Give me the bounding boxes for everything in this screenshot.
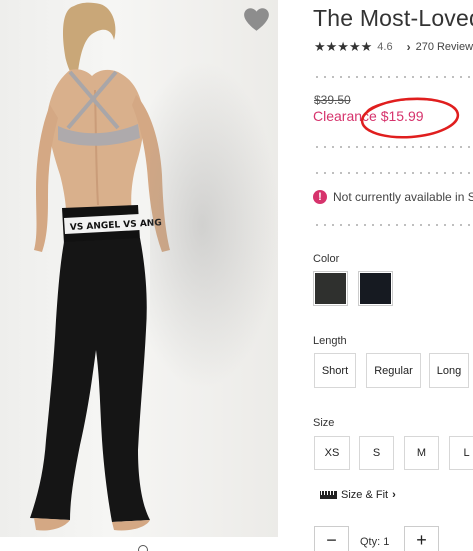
- product-image: VS ANGEL VS ANG: [0, 0, 278, 537]
- rating-row: ★★★★★ 4.6 › 270 Reviews: [314, 39, 473, 55]
- availability-text: Not currently available in Store: [333, 190, 473, 204]
- wall-shadow: [150, 60, 278, 390]
- favorite-heart-icon[interactable]: [243, 7, 270, 32]
- size-fit-link[interactable]: Size & Fit ›: [320, 489, 396, 501]
- divider: [313, 76, 473, 78]
- reviews-count: 270 Reviews: [415, 41, 473, 53]
- length-option-short[interactable]: Short: [314, 353, 356, 388]
- ruler-icon: [320, 491, 337, 499]
- divider: [313, 172, 473, 174]
- original-price: $39.50: [314, 93, 351, 107]
- color-label: Color: [313, 253, 340, 265]
- reviews-link[interactable]: › 270 Reviews: [407, 40, 473, 54]
- swatch-fill: [315, 273, 346, 304]
- quantity-label: Qty: 1: [360, 536, 390, 548]
- star-rating-icon: ★★★★★: [314, 39, 373, 54]
- size-option-xs[interactable]: XS: [314, 436, 350, 470]
- clearance-price: Clearance $15.99: [313, 108, 424, 124]
- color-swatch-charcoal[interactable]: [313, 271, 348, 306]
- divider: [313, 224, 473, 226]
- length-label: Length: [313, 335, 347, 347]
- size-option-m[interactable]: M: [404, 436, 439, 470]
- chevron-right-icon: ›: [392, 489, 396, 501]
- product-details-panel: The Most-Loved Yoga Flare Pant ★★★★★ 4.6…: [303, 0, 473, 551]
- color-swatch-black[interactable]: [358, 271, 393, 306]
- length-option-long[interactable]: Long: [429, 353, 469, 388]
- divider: [313, 146, 473, 148]
- rating-value: 4.6: [377, 41, 393, 53]
- size-option-s[interactable]: S: [359, 436, 394, 470]
- chevron-right-icon: ›: [406, 40, 411, 54]
- quantity-increase-button[interactable]: +: [404, 526, 439, 551]
- availability-notice: ! Not currently available in Store: [313, 190, 473, 204]
- length-option-regular[interactable]: Regular: [366, 353, 421, 388]
- swatch-fill: [360, 273, 391, 304]
- carousel-indicator[interactable]: [138, 545, 148, 551]
- size-option-l[interactable]: L: [449, 436, 473, 470]
- size-fit-label: Size & Fit: [341, 489, 389, 501]
- product-title: The Most-Loved Yoga Flare Pant: [313, 5, 473, 31]
- alert-icon: !: [313, 190, 327, 204]
- size-label: Size: [313, 417, 335, 429]
- quantity-decrease-button[interactable]: −: [314, 526, 349, 551]
